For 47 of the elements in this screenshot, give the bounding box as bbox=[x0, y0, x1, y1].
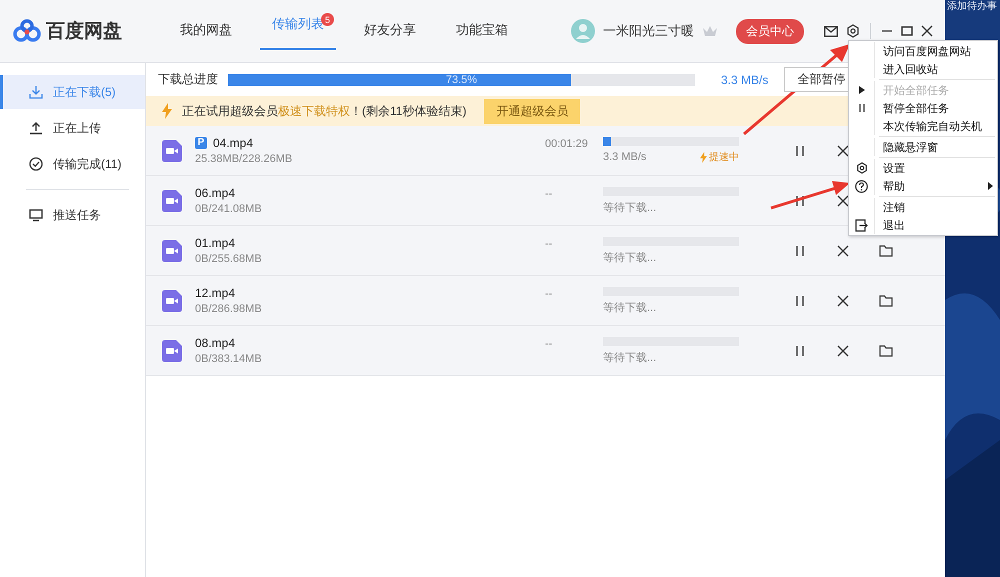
sidebar-item[interactable]: 正在上传 bbox=[0, 111, 145, 145]
remaining-time: 00:01:29 bbox=[545, 138, 589, 150]
menu-item[interactable]: 隐藏悬浮窗 bbox=[875, 140, 997, 154]
trial-message: 正在试用超级会员极速下载特权！(剩余11秒体验结束) bbox=[182, 102, 466, 120]
upgrade-button[interactable]: 开通超级会员 bbox=[484, 98, 580, 124]
progress-percent: 73.5% bbox=[444, 74, 478, 86]
menu-item[interactable]: 进入回收站 bbox=[875, 62, 997, 76]
nav-tab[interactable]: 功能宝箱 bbox=[444, 0, 520, 62]
menu-item[interactable]: 暂停全部任务 bbox=[875, 100, 997, 116]
nav-tab[interactable]: 好友分享 bbox=[352, 0, 428, 62]
app-title: 百度网盘 bbox=[46, 20, 122, 44]
desktop-text: 添加待办事 bbox=[947, 1, 997, 13]
vip-center-button[interactable]: 会员中心 bbox=[736, 18, 804, 44]
download-speed: 3.3 MB/s bbox=[721, 72, 768, 86]
download-status: 等待下载... bbox=[603, 200, 656, 214]
menu-item[interactable]: 退出 bbox=[875, 218, 997, 232]
file-size: 0B/286.98MB bbox=[195, 303, 263, 315]
user-name[interactable]: 一米阳光三寸暖 bbox=[603, 22, 694, 40]
file-name: 06.mp4 bbox=[195, 186, 236, 200]
file-name: 04.mp4 bbox=[213, 136, 254, 150]
file-size: 25.38MB/228.26MB bbox=[195, 153, 294, 165]
file-size: 0B/241.08MB bbox=[195, 203, 263, 215]
sidebar-item[interactable]: 传输完成(11) bbox=[0, 147, 145, 181]
download-status: 等待下载... bbox=[603, 300, 656, 314]
nav-tab[interactable]: 我的网盘 bbox=[168, 0, 244, 62]
file-name: 12.mp4 bbox=[195, 286, 236, 300]
download-status: 等待下载... bbox=[603, 350, 656, 364]
menu-item[interactable]: 访问百度网盘网站 bbox=[875, 44, 997, 58]
remaining-time: -- bbox=[545, 288, 554, 300]
remaining-time: -- bbox=[545, 238, 554, 250]
remaining-time: -- bbox=[545, 338, 554, 350]
count-badge: 5 bbox=[321, 13, 334, 26]
menu-item[interactable]: 帮助 bbox=[875, 178, 997, 194]
menu-item[interactable]: 注销 bbox=[875, 200, 997, 214]
file-name: 01.mp4 bbox=[195, 236, 236, 250]
remaining-time: -- bbox=[545, 188, 554, 200]
boost-label: 提速中 bbox=[709, 150, 739, 164]
file-name: 08.mp4 bbox=[195, 336, 236, 350]
download-status: 等待下载... bbox=[603, 250, 656, 264]
menu-item[interactable]: 本次传输完自动关机 bbox=[875, 118, 997, 134]
download-status: 3.3 MB/s bbox=[603, 151, 646, 163]
menu-item[interactable]: 设置 bbox=[875, 160, 997, 176]
sidebar-item[interactable]: 推送任务 bbox=[0, 198, 145, 232]
file-badge: P bbox=[195, 137, 207, 149]
file-size: 0B/383.14MB bbox=[195, 353, 263, 365]
progress-label: 下载总进度 bbox=[158, 71, 218, 88]
file-size: 0B/255.68MB bbox=[195, 253, 263, 265]
